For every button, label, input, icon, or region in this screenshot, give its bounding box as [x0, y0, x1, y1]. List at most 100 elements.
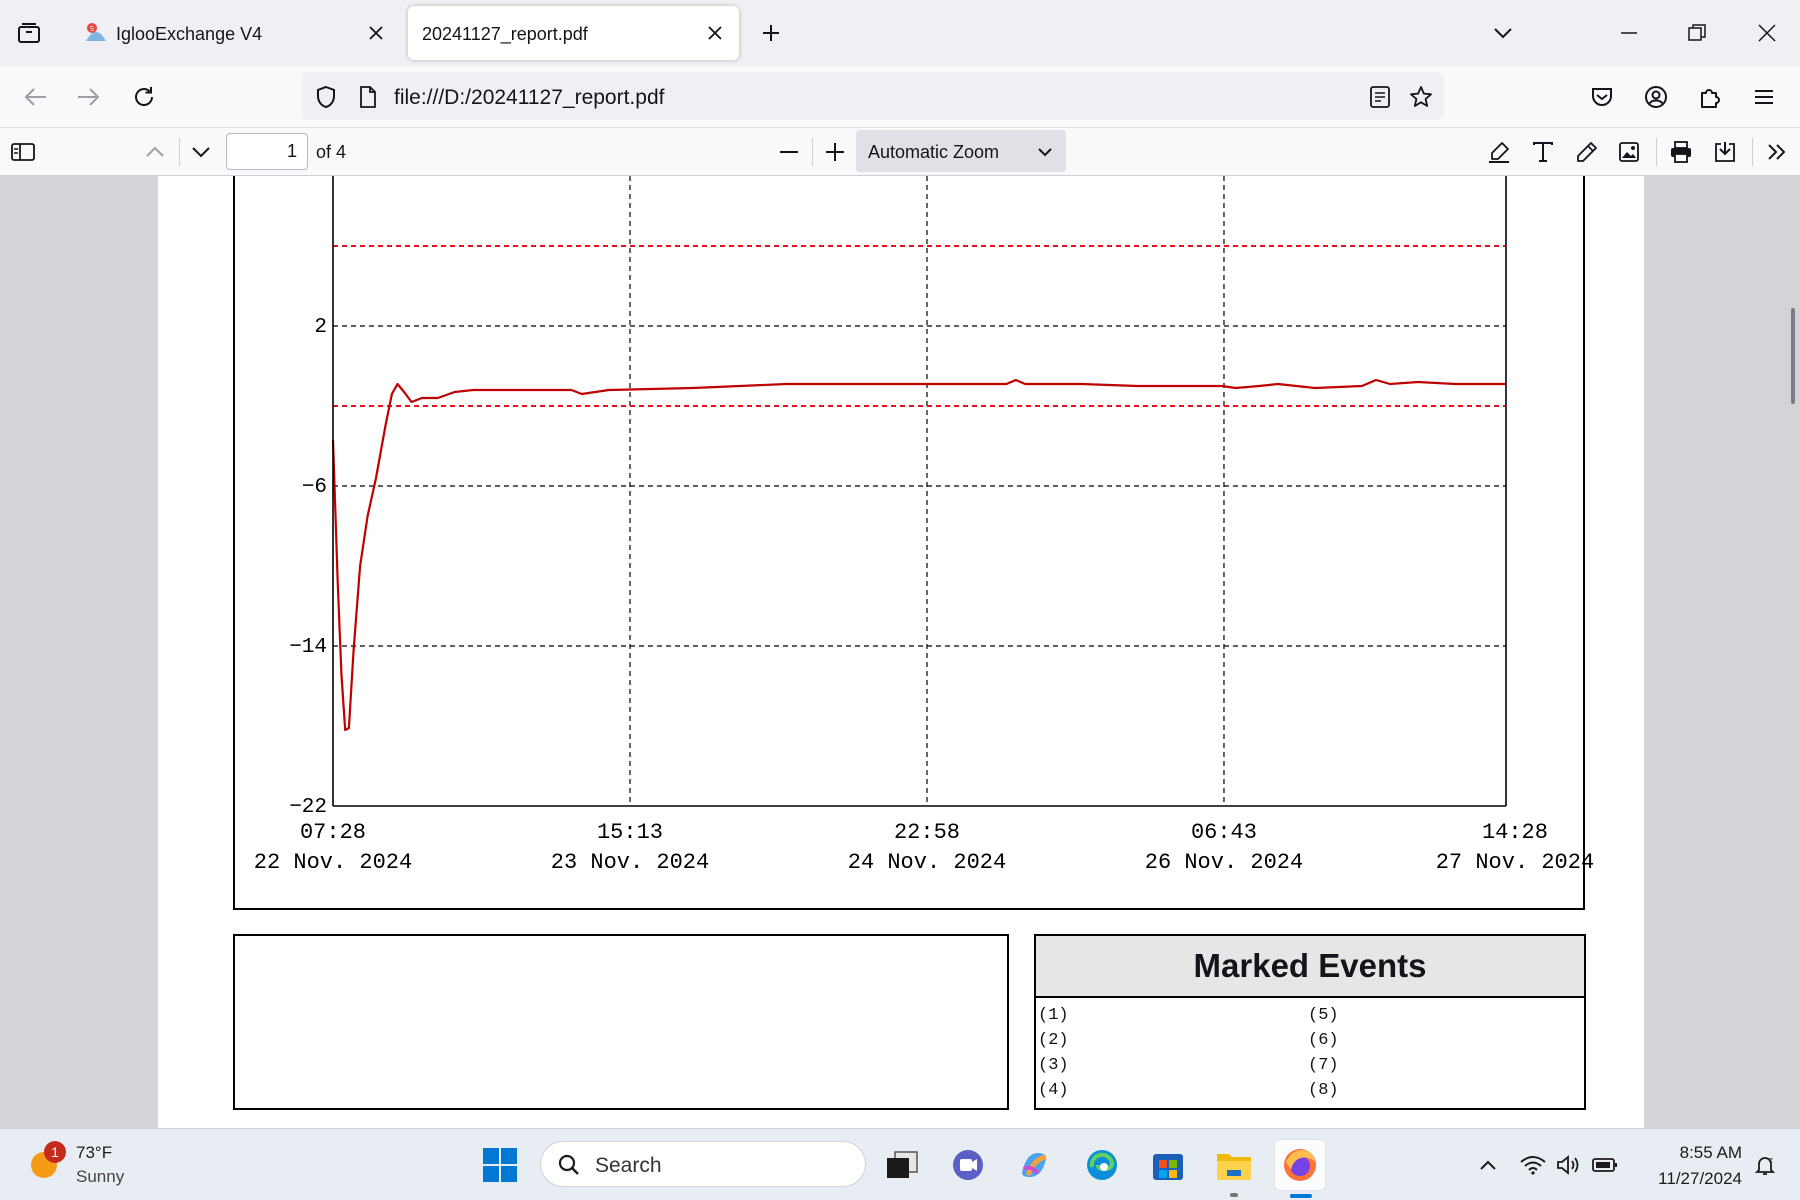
save-download-icon[interactable] [1710, 137, 1740, 167]
weather-description: Sunny [76, 1167, 125, 1186]
toolbar-divider [812, 138, 813, 166]
tab-report-pdf[interactable]: 20241127_report.pdf [408, 6, 739, 60]
line-chart: 2 −6 −14 −2207:28 22 Nov. 2024 15:13 23 Nov. 2… [254, 176, 1594, 875]
weather-temperature: 73°F [76, 1143, 113, 1162]
tools-double-chevron-right-icon[interactable] [1762, 137, 1792, 167]
forward-arrow-icon[interactable] [72, 81, 104, 113]
event-4: (4) [1038, 1081, 1069, 1100]
zoom-level-select[interactable]: Automatic Zoom [856, 130, 1066, 172]
x-tick-date-label: 26 Nov. 2024 [1145, 850, 1303, 875]
reload-icon[interactable] [128, 81, 160, 113]
toolbar-divider [1752, 138, 1753, 166]
x-tick-date-label: 27 Nov. 2024 [1436, 850, 1594, 875]
y-tick-label: −22 [289, 796, 327, 819]
notes-box [233, 934, 1009, 1110]
microsoft-store-icon[interactable] [1142, 1139, 1194, 1191]
restore-window-icon[interactable] [1682, 18, 1712, 48]
account-avatar-icon[interactable] [1640, 81, 1672, 113]
notifications-bell-icon[interactable]: z [1750, 1151, 1780, 1179]
system-clock[interactable]: 8:55 AM 11/27/2024 [1636, 1139, 1742, 1189]
zoom-out-minus-icon[interactable] [774, 137, 804, 167]
close-tab-icon[interactable] [701, 19, 729, 47]
event-7: (7) [1308, 1056, 1339, 1075]
toggle-sidebar-icon[interactable] [8, 137, 38, 167]
page-number-input[interactable] [226, 133, 308, 170]
vertical-scrollbar-thumb[interactable] [1791, 308, 1795, 404]
add-text-icon[interactable] [1528, 137, 1558, 167]
search-icon [557, 1153, 581, 1177]
copilot-icon[interactable] [1008, 1139, 1060, 1191]
event-5: (5) [1308, 1006, 1339, 1025]
site-favicon-icon: S [84, 21, 108, 45]
pdf-page: 2 −6 −14 −22 07:28 22 Nov. 2024 15:13 23 Nov. 2… [158, 176, 1644, 1128]
x-tick-date-label: 24 Nov. 2024 [848, 850, 1006, 875]
taskbar-search-box[interactable]: Search [540, 1141, 866, 1187]
weather-badge: 1 [44, 1141, 66, 1163]
event-3: (3) [1038, 1056, 1069, 1075]
toolbar-divider [1656, 138, 1657, 166]
x-tick-time-label: 07:28 [300, 820, 366, 845]
marked-events-title: Marked Events [1036, 936, 1584, 998]
y-tick-label: −6 [302, 476, 327, 499]
url-text[interactable]: file:///D:/20241127_report.pdf [394, 86, 664, 110]
x-tick-date-label: 23 Nov. 2024 [551, 850, 709, 875]
tab-strip: S IglooExchange V4 20241127_report.pdf [0, 0, 1800, 66]
chevron-down-icon [1036, 143, 1054, 161]
x-tick-time-label: 06:43 [1191, 820, 1257, 845]
hamburger-menu-icon[interactable] [1748, 81, 1780, 113]
x-tick-time-label: 15:13 [597, 820, 663, 845]
marked-events-box: Marked Events (1) (2) (3) (4) (5) (6) (7… [1034, 934, 1586, 1110]
print-icon[interactable] [1666, 137, 1696, 167]
start-windows-icon[interactable] [474, 1139, 526, 1191]
add-image-icon[interactable] [1614, 137, 1644, 167]
weather-widget[interactable]: 1 73°F Sunny [28, 1137, 148, 1193]
extensions-puzzle-icon[interactable] [1694, 81, 1726, 113]
bookmark-star-icon[interactable] [1406, 82, 1436, 112]
reader-view-icon[interactable] [1366, 83, 1394, 111]
tab-overview-icon[interactable] [14, 18, 44, 48]
next-page-chevron-down-icon[interactable] [186, 137, 216, 167]
event-8: (8) [1308, 1081, 1339, 1100]
navigation-bar: file:///D:/20241127_report.pdf [0, 66, 1800, 128]
minimize-window-icon[interactable] [1614, 18, 1644, 48]
tab-igloo-exchange[interactable]: S IglooExchange V4 [70, 6, 400, 60]
y-tick-label: 2 [314, 316, 327, 339]
zoom-level-value: Automatic Zoom [868, 142, 1000, 162]
firefox-browser-icon[interactable] [1274, 1139, 1326, 1198]
address-bar[interactable]: file:///D:/20241127_report.pdf [302, 72, 1444, 120]
x-tick-time-label: 14:28 [1482, 820, 1548, 845]
close-tab-icon[interactable] [362, 19, 390, 47]
windows-taskbar: 1 73°F Sunny Search 8:55 AM 11/27/2024 z [0, 1128, 1800, 1200]
pocket-icon[interactable] [1586, 81, 1618, 113]
close-window-icon[interactable] [1752, 18, 1782, 48]
show-hidden-icons-chevron-up-icon[interactable] [1474, 1151, 1502, 1179]
event-6: (6) [1308, 1031, 1339, 1050]
back-arrow-icon[interactable] [20, 81, 52, 113]
volume-speaker-icon[interactable] [1554, 1151, 1584, 1179]
task-view-icon[interactable] [876, 1139, 928, 1191]
search-placeholder: Search [595, 1154, 662, 1177]
event-1: (1) [1038, 1006, 1069, 1025]
draw-pencil-icon[interactable] [1572, 137, 1602, 167]
battery-icon[interactable] [1590, 1151, 1620, 1179]
x-tick-date-label: 22 Nov. 2024 [254, 850, 412, 875]
file-explorer-icon[interactable] [1208, 1139, 1260, 1197]
edge-browser-icon[interactable] [1076, 1139, 1128, 1191]
teams-chat-icon[interactable] [942, 1139, 994, 1191]
shield-icon[interactable] [312, 83, 340, 111]
svg-text:S: S [90, 25, 95, 33]
series-line [331, 378, 1506, 732]
pdf-viewer[interactable]: 2 −6 −14 −22 07:28 22 Nov. 2024 15:13 23 Nov. 2… [0, 176, 1800, 1128]
active-indicator [1290, 1194, 1312, 1198]
svg-text:z: z [1769, 1156, 1773, 1164]
highlight-pen-icon[interactable] [1484, 137, 1514, 167]
list-all-tabs-chevron-down-icon[interactable] [1488, 18, 1518, 48]
page-document-icon[interactable] [354, 83, 382, 111]
wifi-icon[interactable] [1518, 1151, 1548, 1179]
tab-title: IglooExchange V4 [116, 24, 263, 44]
clock-time: 8:55 AM [1679, 1143, 1742, 1162]
clock-date: 11/27/2024 [1658, 1169, 1742, 1188]
new-tab-plus-icon[interactable] [756, 18, 786, 48]
previous-page-chevron-up-icon[interactable] [140, 137, 170, 167]
zoom-in-plus-icon[interactable] [820, 137, 850, 167]
